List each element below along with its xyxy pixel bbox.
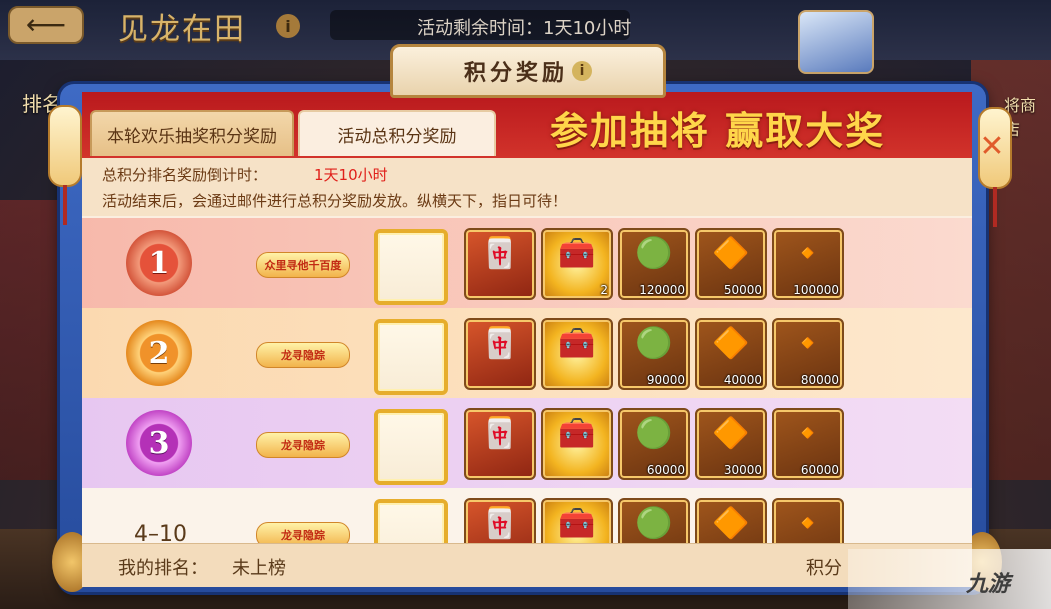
avatar-frame-reward[interactable] [374,229,448,305]
jade-icon[interactable]: 🟢 60000 [618,408,690,480]
card-icon[interactable]: 🀄 [464,408,536,480]
banner-text: 参加抽将 赢取大奖 [550,108,886,153]
rank-row-2: 2 龙寻隐踪 🀄 🧰 🟢 90000 🔶 40000 🔸 80000 [82,308,972,398]
card-icon[interactable]: 🀄 [464,228,536,300]
gem-icon[interactable]: 🔶 50000 [695,228,767,300]
watermark [848,549,1051,609]
back-arrow-icon: ⟵ [25,8,67,41]
gem-icon[interactable]: 🔶 30000 [695,408,767,480]
notice-text: 活动结束后，会通过邮件进行总积分奖励发放。纵横天下，指日可待！ [102,192,568,210]
rank-2-medal-icon: 2 [126,320,192,386]
info-icon[interactable]: i [276,14,300,38]
rank-row-1: 1 众里寻他千百度 🀄 🧰 2 🟢 120000 🔶 50000 🔸 100000 [82,218,972,308]
avatar-frame-reward[interactable] [374,409,448,485]
close-icon[interactable]: ✕ [976,124,1008,168]
ingot-icon[interactable]: 🔸 80000 [772,318,844,390]
tab-round-score-reward[interactable]: 本轮欢乐抽奖积分奖励 [90,110,294,156]
rank-3-medal-icon: 3 [126,410,192,476]
rank-row-3: 3 龙寻隐踪 🀄 🧰 🟢 60000 🔶 30000 🔸 60000 [82,398,972,488]
avatar[interactable] [798,10,874,74]
event-title: 见龙在田 [118,12,246,47]
my-rank-label: 我的排名： [118,558,208,579]
jade-icon[interactable]: 🟢 90000 [618,318,690,390]
ingot-icon[interactable]: 🔸 60000 [772,408,844,480]
popup-title-plate: 积分奖励 i [390,44,666,98]
info-icon[interactable]: i [572,61,592,81]
back-button[interactable]: ⟵ [8,6,84,44]
chest-icon[interactable]: 🧰 [541,408,613,480]
tab-total-score-reward[interactable]: 活动总积分奖励 [298,110,496,156]
card-icon[interactable]: 🀄 [464,318,536,390]
title-badge[interactable]: 龙寻隐踪 [256,432,350,458]
countdown-label: 总积分排名奖励倒计时： [102,166,268,184]
title-badge[interactable]: 众里寻他千百度 [256,252,350,278]
gem-icon[interactable]: 🔶 40000 [695,318,767,390]
chest-icon[interactable]: 🧰 [541,318,613,390]
remaining-time: 活动剩余时间：1天10小时 [417,18,632,39]
popup-content: 参加抽将 赢取大奖 本轮欢乐抽奖积分奖励 活动总积分奖励 总积分排名奖励倒计时：… [82,92,972,587]
countdown-value: 1天10小时 [314,166,388,184]
lantern-left [48,105,82,225]
chest-icon[interactable]: 🧰 2 [541,228,613,300]
ingot-icon[interactable]: 🔸 100000 [772,228,844,300]
rank-1-medal-icon: 1 [126,230,192,296]
score-label: 积分 [806,558,842,579]
my-rank-value: 未上榜 [232,558,286,579]
popup-title: 积分奖励 [463,60,568,86]
watermark-text: 九游 [966,572,1011,597]
title-badge[interactable]: 龙寻隐踪 [256,342,350,368]
avatar-frame-reward[interactable] [374,319,448,395]
jade-icon[interactable]: 🟢 120000 [618,228,690,300]
